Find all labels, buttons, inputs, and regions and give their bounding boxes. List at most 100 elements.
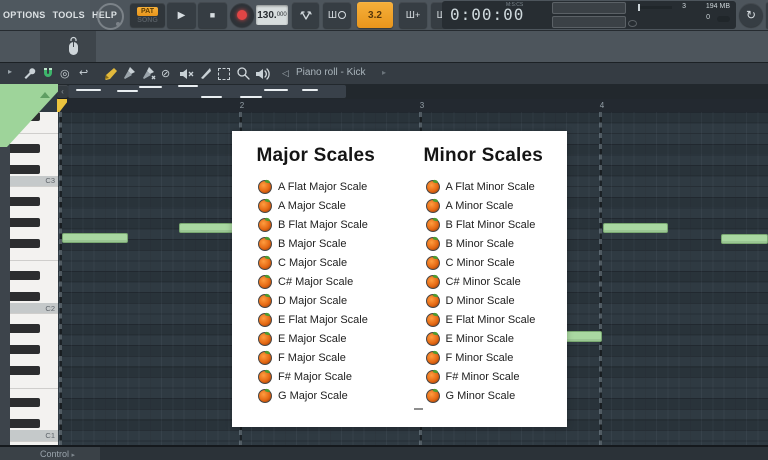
- fl-logo-icon: [258, 199, 272, 213]
- menu-options[interactable]: OPTIONS: [3, 10, 46, 20]
- loop-record-button[interactable]: Ш+: [399, 2, 427, 28]
- osc-knob-icon: [628, 20, 637, 27]
- scale-item-label: F# Major Scale: [278, 371, 352, 383]
- title-next-icon[interactable]: ▸: [382, 68, 386, 77]
- metronome-button[interactable]: [292, 2, 319, 28]
- midi-note[interactable]: [62, 233, 128, 243]
- song-mode-label[interactable]: SONG: [137, 17, 158, 24]
- major-scale-item[interactable]: A Major Scale: [232, 196, 400, 215]
- minimap-note-dash: [302, 89, 318, 91]
- pat-song-switch[interactable]: PAT SONG: [130, 3, 165, 27]
- chevron-left-icon: ‹: [61, 87, 64, 96]
- minimap-panel[interactable]: [68, 85, 346, 98]
- major-scale-item[interactable]: F Major Scale: [232, 348, 400, 367]
- black-key[interactable]: [10, 345, 40, 354]
- black-key[interactable]: [10, 239, 40, 248]
- menu-tools[interactable]: TOOLS: [53, 10, 85, 20]
- major-scale-item[interactable]: G Major Scale: [232, 386, 400, 405]
- resource-panel: 3 194 MB 0: [638, 3, 732, 27]
- minor-scale-item[interactable]: G Minor Scale: [400, 386, 568, 405]
- magnet-icon[interactable]: [41, 66, 55, 80]
- wait-for-input-button[interactable]: Ш: [323, 2, 351, 28]
- major-scale-item[interactable]: A Flat Major Scale: [232, 177, 400, 196]
- piano-keyboard[interactable]: C3 C2 C1: [10, 112, 58, 445]
- control-lane-label[interactable]: Control ▸: [40, 449, 75, 459]
- major-scale-item[interactable]: E Flat Major Scale: [232, 310, 400, 329]
- major-scale-item[interactable]: C Major Scale: [232, 253, 400, 272]
- major-scales-list: A Flat Major ScaleA Major ScaleB Flat Ma…: [232, 177, 400, 405]
- piano-roll-toolbar: ▸ ◎ ↩ ⊘ ◁ Piano roll - Kick ▸: [0, 63, 768, 85]
- black-key[interactable]: [10, 197, 40, 206]
- major-scale-item[interactable]: B Major Scale: [232, 234, 400, 253]
- major-scale-item[interactable]: B Flat Major Scale: [232, 215, 400, 234]
- black-key[interactable]: [10, 398, 40, 407]
- black-key[interactable]: [10, 165, 40, 174]
- oscilloscope-bottom[interactable]: [552, 16, 626, 28]
- midi-note[interactable]: [179, 223, 239, 233]
- piano-roll-minimap[interactable]: [58, 84, 768, 99]
- oscilloscope-top[interactable]: [552, 2, 626, 14]
- minor-scale-item[interactable]: E Flat Minor Scale: [400, 310, 568, 329]
- minor-scale-item[interactable]: E Minor Scale: [400, 329, 568, 348]
- black-key[interactable]: [10, 144, 40, 153]
- minor-scale-item[interactable]: A Flat Minor Scale: [400, 177, 568, 196]
- minor-scale-item[interactable]: C Minor Scale: [400, 253, 568, 272]
- main-volume-knob[interactable]: [97, 3, 124, 30]
- minor-scale-item[interactable]: F# Minor Scale: [400, 367, 568, 386]
- major-scale-item[interactable]: F# Major Scale: [232, 367, 400, 386]
- minor-scales-column: Minor Scales A Flat Minor ScaleA Minor S…: [400, 145, 568, 405]
- countdown-button[interactable]: 3.2: [357, 2, 393, 28]
- timeline-ruler[interactable]: 234: [58, 99, 768, 113]
- c-key-label[interactable]: C2: [10, 303, 58, 314]
- black-key[interactable]: [10, 218, 40, 227]
- target-channel-icon[interactable]: ◁: [282, 68, 289, 79]
- pat-mode-label[interactable]: PAT: [137, 7, 158, 16]
- playback-tool-icon[interactable]: [255, 67, 270, 81]
- major-scale-item[interactable]: D Major Scale: [232, 291, 400, 310]
- wait-clock-icon: [338, 11, 346, 19]
- c-key-label[interactable]: C3: [10, 176, 58, 187]
- minor-scale-item[interactable]: B Minor Scale: [400, 234, 568, 253]
- undo-icon[interactable]: ↩: [79, 66, 88, 79]
- minimap-scroll-left-button[interactable]: ‹: [57, 85, 68, 98]
- control-lane[interactable]: [100, 447, 768, 460]
- brush-delete-tool-icon[interactable]: [141, 66, 157, 81]
- black-key[interactable]: [10, 419, 40, 428]
- minor-scale-item[interactable]: D Minor Scale: [400, 291, 568, 310]
- corner-triangle-icon: [40, 92, 50, 98]
- midi-note[interactable]: [721, 234, 768, 244]
- fl-logo-icon: [426, 275, 440, 289]
- tempo-display[interactable]: 130.000: [256, 5, 288, 25]
- play-button[interactable]: ▶: [167, 2, 196, 28]
- select-tool-icon[interactable]: [218, 68, 230, 80]
- minor-scale-item[interactable]: B Flat Minor Scale: [400, 215, 568, 234]
- major-scale-item[interactable]: E Major Scale: [232, 329, 400, 348]
- black-key[interactable]: [10, 366, 40, 375]
- mouse-lock-icon[interactable]: [64, 36, 84, 56]
- minor-scale-item[interactable]: F Minor Scale: [400, 348, 568, 367]
- wrench-icon[interactable]: [22, 66, 36, 80]
- scale-item-label: B Major Scale: [278, 238, 346, 250]
- slice-tool-icon[interactable]: [199, 66, 213, 80]
- mute-tool-icon[interactable]: [179, 67, 194, 81]
- major-scale-item[interactable]: C# Major Scale: [232, 272, 400, 291]
- black-key[interactable]: [10, 292, 40, 301]
- midi-note[interactable]: [603, 223, 668, 233]
- minor-scale-item[interactable]: A Minor Scale: [400, 196, 568, 215]
- pencil-tool-icon[interactable]: [103, 66, 118, 81]
- delete-tool-icon[interactable]: ⊘: [161, 67, 170, 80]
- menu-bar: OPTIONS TOOLS HELP: [0, 0, 90, 30]
- window-title[interactable]: Piano roll - Kick: [296, 67, 365, 78]
- autosave-refresh-button[interactable]: ↻: [739, 3, 763, 27]
- black-key[interactable]: [10, 324, 40, 333]
- zoom-tool-icon[interactable]: [236, 66, 250, 80]
- stop-button[interactable]: ■: [198, 2, 227, 28]
- black-key[interactable]: [10, 271, 40, 280]
- c-key-label[interactable]: C1: [10, 430, 58, 441]
- brush-tool-icon[interactable]: [122, 66, 137, 81]
- stamp-target-icon[interactable]: ◎: [60, 67, 70, 80]
- pr-menu-arrow-icon[interactable]: ▸: [8, 67, 12, 76]
- record-button[interactable]: [230, 3, 254, 27]
- fl-logo-icon: [258, 180, 272, 194]
- minor-scale-item[interactable]: C# Minor Scale: [400, 272, 568, 291]
